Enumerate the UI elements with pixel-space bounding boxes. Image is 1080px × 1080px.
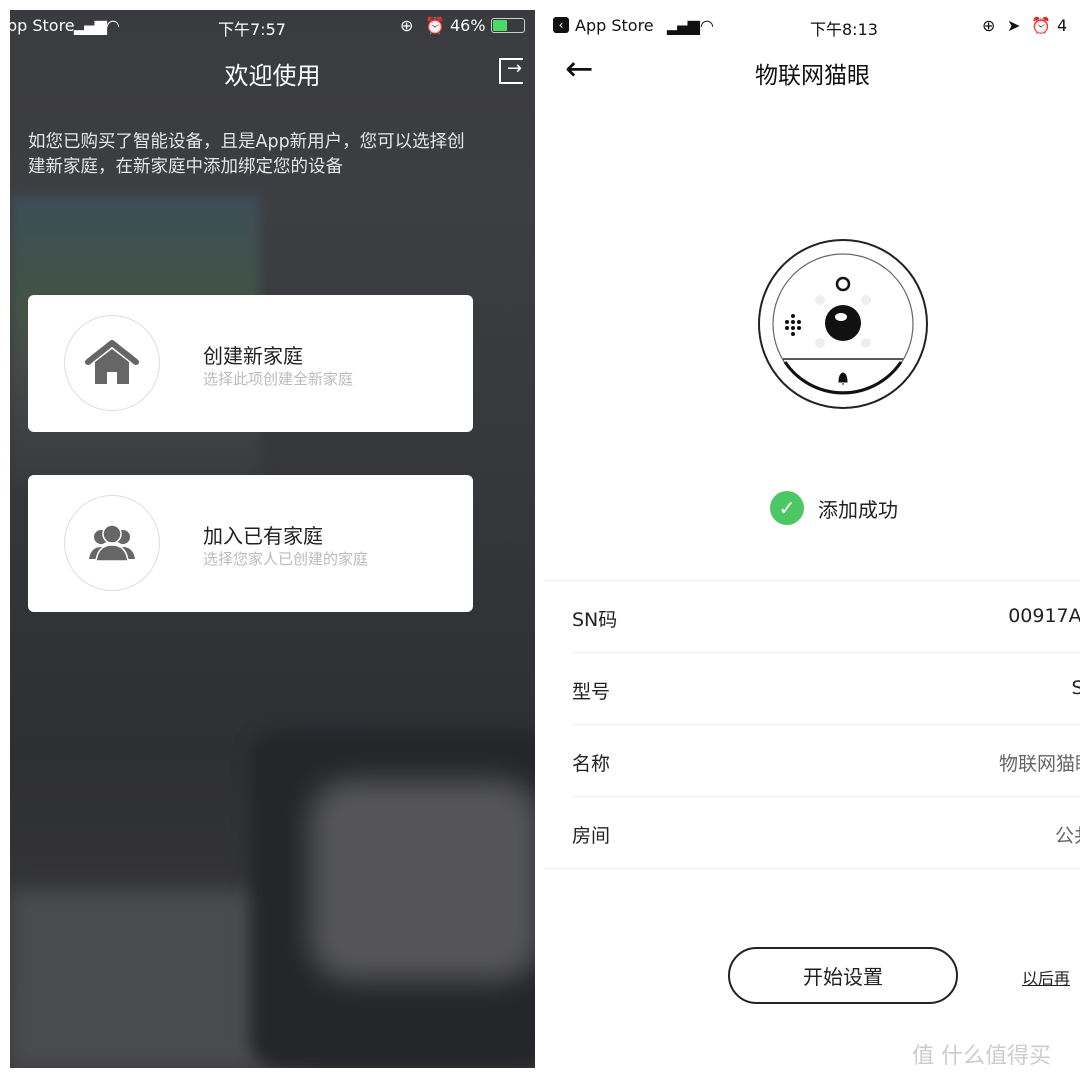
info-row-sn: SN码 00917A00E60 — [572, 581, 1080, 653]
battery-percent: 46% — [450, 16, 486, 35]
alarm-icon: ⏰ — [1031, 16, 1051, 35]
back-app-label[interactable]: App Store — [575, 16, 654, 35]
peephole-device-icon — [758, 239, 928, 409]
house-icon — [64, 315, 160, 411]
logout-icon[interactable] — [499, 58, 523, 84]
row-value: SP — [1071, 677, 1080, 699]
intro-text: 如您已购买了智能设备，且是App新用户，您可以选择创建新家庭，在新家庭中添加绑定… — [28, 132, 465, 177]
location-icon: ➤ — [1007, 16, 1021, 35]
page-title: 欢迎使用 — [224, 62, 321, 90]
row-label: SN码 — [572, 609, 618, 631]
background-pillow — [310, 780, 535, 980]
battery-percent: 4 — [1057, 16, 1068, 35]
card-title: 创建新家庭 — [203, 344, 303, 368]
row-value: 00917A00E60 — [1008, 605, 1080, 627]
signal-icon: ▂▄▆ — [74, 16, 107, 35]
watermark: 值 什么值得买 — [912, 1044, 1051, 1069]
info-row-model: 型号 SP — [572, 653, 1080, 725]
status-bar: ‹ App Store ▂▄▆ ◠ 下午8:13 ⊕ ➤ ⏰ 4 — [545, 0, 1080, 40]
rotation-lock-icon: ⊕ — [400, 16, 414, 35]
row-value: 公共 — [1054, 825, 1080, 847]
back-to-app-icon[interactable]: ‹ — [553, 17, 569, 33]
card-subtitle: 选择您家人已创建的家庭 — [203, 550, 369, 568]
time: 下午7:57 — [218, 20, 286, 39]
wifi-icon: ◠ — [700, 16, 714, 35]
carrier: App Store — [10, 16, 75, 35]
card-subtitle: 选择此项创建全新家庭 — [203, 370, 354, 388]
time: 下午8:13 — [810, 20, 878, 39]
alarm-icon: ⏰ — [425, 16, 445, 35]
card-title: 加入已有家庭 — [203, 524, 323, 548]
row-label: 房间 — [572, 825, 611, 847]
page-title: 物联网猫眼 — [755, 63, 870, 89]
join-home-card[interactable]: 加入已有家庭 选择您家人已创建的家庭 — [28, 475, 473, 612]
row-label: 型号 — [572, 681, 611, 703]
success-text: 添加成功 — [818, 497, 898, 522]
info-row-name: 名称 物联网猫眼 — [572, 725, 1080, 797]
check-circle-icon: ✓ — [770, 491, 804, 525]
device-info-list: SN码 00917A00E60 型号 SP 名称 物联网猫眼 房间 公共 — [545, 580, 1080, 869]
later-link[interactable]: 以后再 — [1022, 965, 1070, 989]
users-icon — [64, 495, 160, 591]
wifi-icon: ◠ — [106, 16, 120, 35]
create-home-card[interactable]: 创建新家庭 选择此项创建全新家庭 — [28, 295, 473, 432]
signal-icon: ▂▄▆ — [667, 16, 700, 35]
battery-icon — [491, 18, 525, 33]
success-message: ✓ 添加成功 — [770, 491, 898, 525]
status-bar: App Store ▂▄▆ ◠ 下午7:57 ⊕ ⏰ 46% — [10, 10, 535, 42]
device-added-screen: ‹ App Store ▂▄▆ ◠ 下午8:13 ⊕ ➤ ⏰ 4 ← 物联网猫眼… — [545, 0, 1080, 1080]
welcome-screen: App Store ▂▄▆ ◠ 下午7:57 ⊕ ⏰ 46% 欢迎使用 如您已购… — [10, 10, 535, 1068]
row-label: 名称 — [572, 753, 611, 775]
start-setup-button[interactable]: 开始设置 — [728, 947, 958, 1004]
info-row-room: 房间 公共 — [545, 797, 1080, 869]
row-value: 物联网猫眼 — [998, 753, 1080, 775]
rotation-lock-icon: ⊕ — [982, 16, 996, 35]
